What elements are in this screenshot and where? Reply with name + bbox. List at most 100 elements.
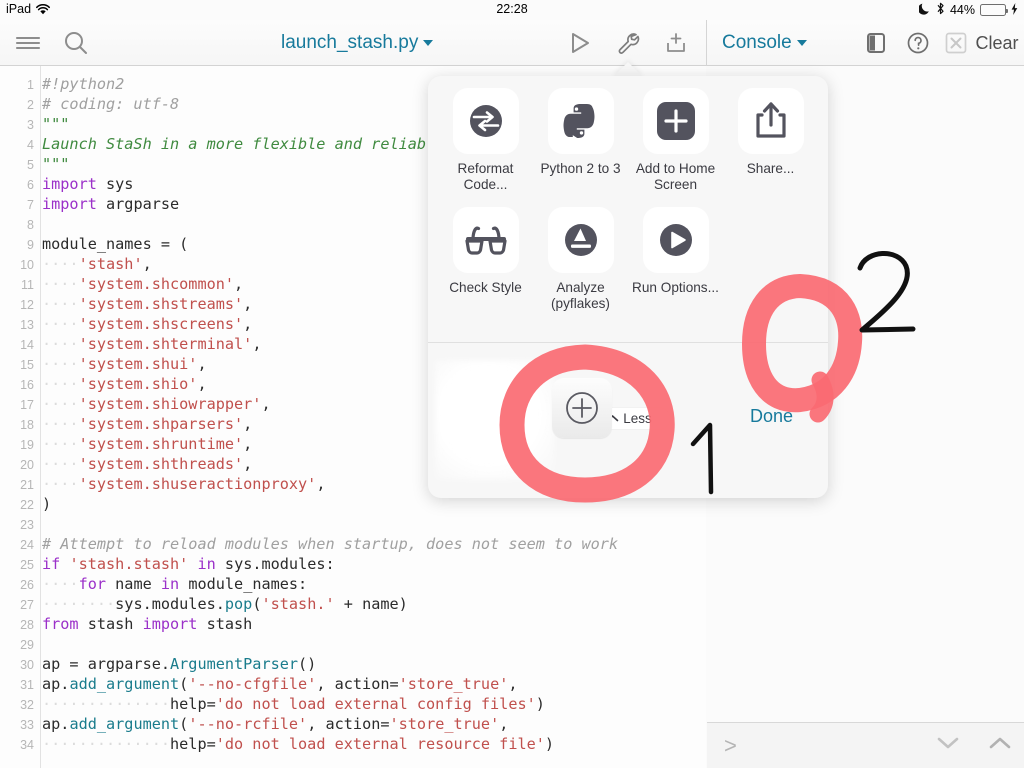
code-token: , (243, 435, 253, 453)
share-upload-icon (737, 88, 804, 154)
line-number: 7 (27, 198, 34, 212)
line-number: 34 (20, 738, 34, 752)
clear-label: Clear (975, 32, 1019, 53)
hamburger-menu-icon[interactable] (8, 20, 48, 66)
chevron-up-icon[interactable] (988, 735, 1012, 756)
console-selector-button[interactable]: Console (722, 20, 807, 66)
line-number: 5 (27, 158, 34, 172)
action-add-to-home-screen[interactable]: Add to Home Screen (628, 88, 723, 193)
tools-wrench-button[interactable] (608, 20, 648, 66)
code-token: ···· (42, 355, 79, 373)
code-token: help= (170, 695, 216, 713)
line-number: 14 (20, 338, 34, 352)
console-input-bar[interactable]: > (707, 722, 1024, 768)
code-line: 29 (0, 634, 706, 654)
code-token: in (197, 555, 216, 573)
code-token: ArgumentParser (170, 655, 299, 673)
line-number: 30 (20, 658, 34, 672)
code-token: , (508, 675, 518, 693)
action-analyze-pyflakes[interactable]: Analyze (pyflakes) (533, 207, 628, 312)
popover-actions-grid: Reformat Code... Python 2 to 3 Add to Ho… (428, 88, 828, 312)
code-token: ( (179, 715, 189, 733)
console-nav-group (936, 735, 1012, 756)
line-number: 13 (20, 318, 34, 332)
action-run-options[interactable]: Run Options... (628, 207, 723, 312)
code-token: ap. (42, 675, 70, 693)
chevron-down-icon (423, 40, 434, 46)
code-token: , (197, 355, 207, 373)
code-token: in (160, 575, 180, 593)
action-label: Reformat Code... (457, 161, 514, 192)
code-token: ···· (42, 455, 79, 473)
code-token: module_names: (179, 575, 308, 593)
moon-icon (917, 2, 931, 18)
line-number: 18 (20, 418, 34, 432)
code-token: argparse (96, 195, 180, 213)
eraser-smudge (435, 360, 555, 480)
chevron-down-icon (796, 40, 807, 46)
code-token: 'system.shio' (78, 375, 198, 393)
code-token: ·············· (42, 735, 171, 753)
action-share[interactable]: Share... (723, 88, 818, 193)
code-token: ···· (42, 375, 79, 393)
code-token: 'store_true' (398, 675, 509, 693)
done-button[interactable]: Done (750, 406, 793, 427)
code-token: , (234, 275, 244, 293)
code-token: add_argument (69, 715, 180, 733)
code-token: , (243, 295, 253, 313)
code-token: ap = argparse. (42, 655, 171, 673)
add-to-tray-button[interactable] (656, 20, 696, 66)
code-line: 26 ····for name in module_names: (0, 574, 706, 594)
tools-popover: Reformat Code... Python 2 to 3 Add to Ho… (428, 76, 828, 498)
plus-circle-icon (566, 392, 598, 424)
stop-button[interactable] (940, 20, 972, 66)
code-token: for (78, 575, 107, 593)
run-button[interactable] (560, 20, 600, 66)
console-title-label: Console (722, 32, 792, 53)
code-token: () (298, 655, 317, 673)
code-token: ·············· (42, 695, 171, 713)
code-token: , (252, 335, 262, 353)
action-python-2-to-3[interactable]: Python 2 to 3 (533, 88, 628, 193)
code-token: # Attempt to reload modules when startup… (42, 535, 619, 553)
code-line: 34 ··············help='do not load extern… (0, 734, 706, 754)
code-token: , action= (316, 675, 399, 693)
code-token: , (243, 415, 253, 433)
line-number: 1 (27, 78, 34, 92)
add-action-button[interactable] (552, 378, 612, 438)
main-toolbar: launch_stash.py Console Clear (0, 20, 1024, 66)
file-title-button[interactable]: launch_stash.py (281, 20, 434, 66)
action-label: Analyze (pyflakes) (551, 280, 610, 311)
split-panel-button[interactable] (858, 20, 894, 66)
code-token: 'do not load external config files' (215, 695, 536, 713)
line-number: 29 (20, 638, 34, 652)
line-number: 33 (20, 718, 34, 732)
reformat-code-icon (452, 88, 519, 154)
code-token: 'system.shuseractionproxy' (78, 475, 317, 493)
console-prompt-symbol: > (724, 732, 737, 758)
code-line: 23 (0, 514, 706, 534)
help-button[interactable] (900, 20, 936, 66)
code-token: ···· (42, 415, 79, 433)
action-reformat-code[interactable]: Reformat Code... (438, 88, 533, 193)
line-number: 22 (20, 498, 34, 512)
line-number: 17 (20, 398, 34, 412)
code-token: ( (179, 675, 189, 693)
code-token: module_names = ( (42, 235, 189, 253)
popover-row-1: Reformat Code... Python 2 to 3 Add to Ho… (428, 88, 828, 193)
line-number: 12 (20, 298, 34, 312)
code-token: Launch StaSh in a more flexible and reli… (42, 135, 481, 153)
code-token: name (106, 575, 161, 593)
chevron-down-icon[interactable] (936, 735, 960, 756)
code-token: ········ (42, 595, 116, 613)
line-number: 24 (20, 538, 34, 552)
code-token: help= (170, 735, 216, 753)
gauge-icon (547, 207, 614, 273)
clear-console-button[interactable]: Clear (972, 20, 1022, 66)
code-token: + name) (334, 595, 408, 613)
popover-divider (428, 342, 828, 343)
action-check-style[interactable]: Check Style (438, 207, 533, 312)
search-icon[interactable] (56, 20, 96, 66)
action-label: Check Style (449, 280, 522, 295)
code-token: 'system.shparsers' (78, 415, 244, 433)
